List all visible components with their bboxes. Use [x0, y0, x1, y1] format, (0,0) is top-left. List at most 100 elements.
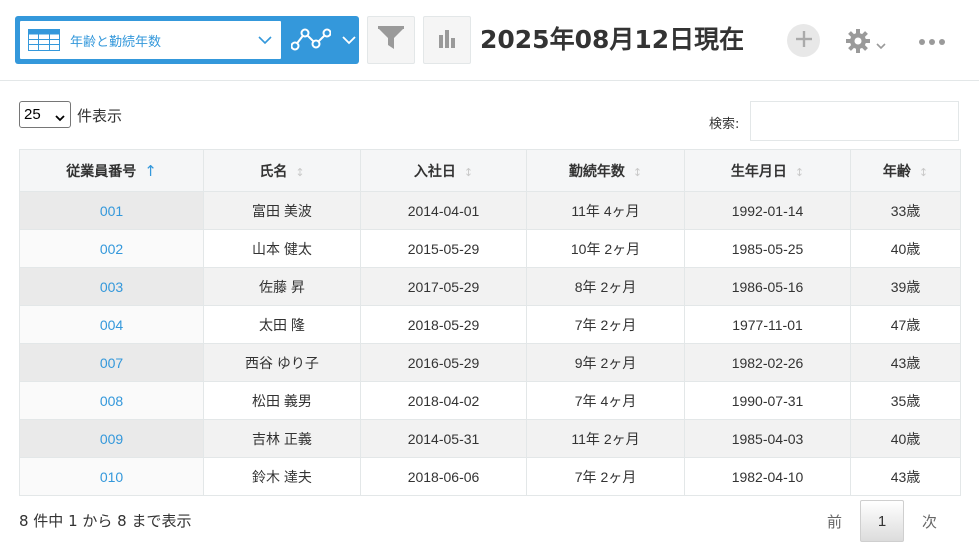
- table-row: 009 吉林 正義 2014-05-31 11年 2ヶ月 1985-04-03 …: [19, 419, 961, 458]
- gear-icon: [844, 27, 872, 59]
- record-link[interactable]: 009: [100, 431, 123, 447]
- chevron-down-icon: [876, 36, 886, 55]
- cell-birth-date: 1985-05-25: [684, 229, 851, 268]
- more-options-button[interactable]: [912, 24, 952, 57]
- records-table: 従業員番号 ↑ 氏名 ↕ 入社日 ↕ 勤続年数 ↕ 生年月日 ↕ 年齢 ↕ 001 富田 美…: [19, 149, 961, 496]
- record-link[interactable]: 003: [100, 279, 123, 295]
- table-row: 002 山本 健太 2015-05-29 10年 2ヶ月 1985-05-25 …: [19, 229, 961, 268]
- plus-icon: [794, 29, 814, 53]
- sort-icon: ↕: [295, 165, 305, 179]
- graph-view-button[interactable]: [281, 16, 359, 64]
- cell-tenure: 11年 2ヶ月: [526, 419, 685, 458]
- cell-hire-date: 2016-05-29: [360, 343, 527, 382]
- table-row: 004 太田 隆 2018-05-29 7年 2ヶ月 1977-11-01 47…: [19, 305, 961, 344]
- search-label: 検索:: [709, 117, 740, 132]
- column-header-age[interactable]: 年齢 ↕: [850, 149, 961, 192]
- chart-button[interactable]: [423, 16, 471, 64]
- record-link[interactable]: 010: [100, 469, 123, 485]
- cell-birth-date: 1986-05-16: [684, 267, 851, 306]
- add-record-button[interactable]: [787, 24, 820, 57]
- chevron-down-icon: [55, 110, 65, 122]
- cell-age: 40歳: [850, 419, 961, 458]
- cell-name: 松田 義男: [203, 381, 361, 420]
- table-header-row: 従業員番号 ↑ 氏名 ↕ 入社日 ↕ 勤続年数 ↕ 生年月日 ↕ 年齢 ↕: [19, 149, 961, 192]
- table-icon: [28, 29, 60, 51]
- table-row: 008 松田 義男 2018-04-02 7年 4ヶ月 1990-07-31 3…: [19, 381, 961, 420]
- cell-tenure: 10年 2ヶ月: [526, 229, 685, 268]
- record-link[interactable]: 001: [100, 203, 123, 219]
- cell-tenure: 7年 4ヶ月: [526, 381, 685, 420]
- pagination: 前 1 次: [815, 500, 949, 542]
- cell-tenure: 8年 2ヶ月: [526, 267, 685, 306]
- cell-age: 35歳: [850, 381, 961, 420]
- cell-hire-date: 2018-04-02: [360, 381, 527, 420]
- view-select[interactable]: 年齢と勤続年数: [20, 21, 281, 59]
- table-row: 010 鈴木 達夫 2018-06-06 7年 2ヶ月 1982-04-10 4…: [19, 457, 961, 496]
- page-title: 2025年08月12日現在: [480, 25, 745, 54]
- prev-page-button[interactable]: 前: [815, 511, 854, 532]
- record-link[interactable]: 007: [100, 355, 123, 371]
- cell-name: 太田 隆: [203, 305, 361, 344]
- cell-hire-date: 2014-05-31: [360, 419, 527, 458]
- cell-birth-date: 1990-07-31: [684, 381, 851, 420]
- cell-age: 39歳: [850, 267, 961, 306]
- cell-age: 33歳: [850, 191, 961, 230]
- cell-birth-date: 1977-11-01: [684, 305, 851, 344]
- filter-button[interactable]: [367, 16, 415, 64]
- sort-icon: ↕: [463, 165, 474, 179]
- cell-employee-id: 010: [19, 457, 204, 496]
- cell-hire-date: 2018-06-06: [360, 457, 527, 496]
- page-length-label: 件表示: [77, 107, 123, 125]
- record-link[interactable]: 004: [100, 317, 123, 333]
- page-length-value: 25: [24, 106, 41, 123]
- next-page-button[interactable]: 次: [910, 511, 949, 532]
- cell-age: 43歳: [850, 457, 961, 496]
- cell-birth-date: 1982-02-26: [684, 343, 851, 382]
- column-header-tenure[interactable]: 勤続年数 ↕: [526, 149, 685, 192]
- page-button-current[interactable]: 1: [860, 500, 905, 542]
- column-header-birth-date[interactable]: 生年月日 ↕: [684, 149, 851, 192]
- record-link[interactable]: 002: [100, 241, 123, 257]
- record-link[interactable]: 008: [100, 393, 123, 409]
- table-row: 001 富田 美波 2014-04-01 11年 4ヶ月 1992-01-14 …: [19, 191, 961, 230]
- cell-employee-id: 002: [19, 229, 204, 268]
- filter-icon: [376, 23, 406, 57]
- cell-birth-date: 1982-04-10: [684, 457, 851, 496]
- cell-name: 鈴木 達夫: [203, 457, 361, 496]
- cell-employee-id: 007: [19, 343, 204, 382]
- bar-chart-icon: [435, 26, 459, 54]
- cell-tenure: 9年 2ヶ月: [526, 343, 685, 382]
- cell-hire-date: 2014-04-01: [360, 191, 527, 230]
- cell-birth-date: 1992-01-14: [684, 191, 851, 230]
- table-info: 8 件中 1 から 8 まで表示: [19, 512, 192, 530]
- search-input[interactable]: [750, 101, 959, 141]
- settings-button[interactable]: [842, 24, 890, 57]
- cell-tenure: 11年 4ヶ月: [526, 191, 685, 230]
- column-header-hire-date[interactable]: 入社日 ↕: [360, 149, 527, 192]
- cell-tenure: 7年 2ヶ月: [526, 457, 685, 496]
- cell-employee-id: 009: [19, 419, 204, 458]
- table-row: 003 佐藤 昇 2017-05-29 8年 2ヶ月 1986-05-16 39…: [19, 267, 961, 306]
- cell-name: 山本 健太: [203, 229, 361, 268]
- view-switcher: 年齢と勤続年数: [15, 16, 359, 64]
- cell-name: 佐藤 昇: [203, 267, 361, 306]
- cell-hire-date: 2015-05-29: [360, 229, 527, 268]
- cell-name: 西谷 ゆり子: [203, 343, 361, 382]
- cell-age: 47歳: [850, 305, 961, 344]
- chevron-down-icon: [257, 32, 273, 48]
- cell-employee-id: 003: [19, 267, 204, 306]
- line-graph-icon: [290, 28, 332, 52]
- cell-name: 富田 美波: [203, 191, 361, 230]
- table-row: 007 西谷 ゆり子 2016-05-29 9年 2ヶ月 1982-02-26 …: [19, 343, 961, 382]
- cell-tenure: 7年 2ヶ月: [526, 305, 685, 344]
- cell-employee-id: 004: [19, 305, 204, 344]
- sort-icon: ↕: [632, 165, 643, 179]
- column-header-employee-id[interactable]: 従業員番号 ↑: [19, 149, 204, 192]
- page-length-select[interactable]: 25: [19, 101, 71, 128]
- column-header-name[interactable]: 氏名 ↕: [203, 149, 361, 192]
- cell-age: 43歳: [850, 343, 961, 382]
- cell-hire-date: 2017-05-29: [360, 267, 527, 306]
- cell-birth-date: 1985-04-03: [684, 419, 851, 458]
- cell-hire-date: 2018-05-29: [360, 305, 527, 344]
- cell-employee-id: 008: [19, 381, 204, 420]
